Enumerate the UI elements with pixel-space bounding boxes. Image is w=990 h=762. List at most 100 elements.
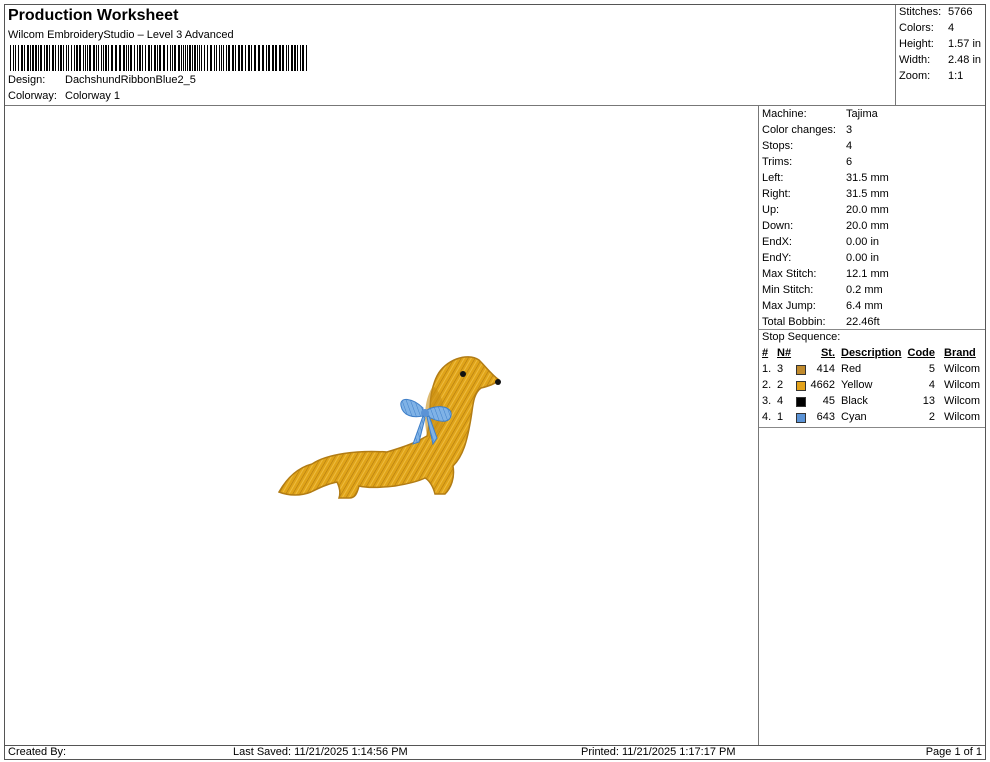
barcode-bar [219, 45, 220, 71]
barcode-bar [60, 45, 62, 71]
barcode-bar [119, 45, 121, 71]
barcode-bar [258, 45, 260, 71]
barcode-bar [181, 45, 182, 71]
barcode-bar [275, 45, 277, 71]
production-worksheet: Production Worksheet Wilcom EmbroiderySt… [4, 4, 986, 760]
color-swatch [796, 365, 806, 375]
barcode-bar [111, 45, 113, 71]
barcode-bar [238, 45, 240, 71]
height-value: 1.57 in [948, 38, 982, 50]
barcode-bar [248, 45, 250, 71]
barcode-bar [286, 45, 287, 71]
max-jump-label: Max Jump: [762, 300, 816, 312]
down-label: Down: [762, 220, 794, 232]
row-brand: Wilcom [944, 411, 981, 423]
page-number: Page 1 of 1 [925, 746, 982, 758]
barcode-bar [15, 45, 16, 71]
row-needle: 4 [777, 395, 784, 407]
row-code: 5 [928, 363, 935, 375]
barcode-bar [126, 45, 127, 71]
stitches-label: Stitches: [899, 6, 942, 18]
right-label: Right: [762, 188, 791, 200]
worksheet-header: Production Worksheet Wilcom EmbroiderySt… [5, 5, 896, 106]
worksheet-footer: Created By: Last Saved: 11/21/2025 1:14:… [5, 745, 985, 759]
left-value: 31.5 mm [846, 172, 889, 184]
row-num: 4. [762, 411, 772, 423]
row-stitches: 4662 [810, 379, 835, 391]
barcode-bar [71, 45, 72, 71]
row-needle: 1 [777, 411, 784, 423]
barcode-bar [96, 45, 97, 71]
created-by: Created By: [8, 746, 67, 758]
barcode-bar [145, 45, 146, 71]
barcode-bar [134, 45, 135, 71]
color-swatch [796, 381, 806, 391]
row-description: Yellow [841, 379, 873, 391]
barcode-bar [32, 45, 34, 71]
barcode-bar [79, 45, 81, 71]
row-needle: 2 [777, 379, 784, 391]
colors-label: Colors: [899, 22, 934, 34]
barcode-bar [105, 45, 107, 71]
barcode-bar [154, 45, 156, 71]
dachshund-embroidery-image [277, 356, 501, 499]
machine-value: Tajima [846, 108, 878, 120]
col-brand-header: Brand [944, 347, 976, 359]
barcode-bar [302, 45, 304, 71]
barcode-bar [115, 45, 117, 71]
barcode-bar [226, 45, 227, 71]
barcode-bar [128, 45, 129, 71]
barcode [10, 45, 307, 71]
barcode-bar [151, 45, 152, 71]
down-value: 20.0 mm [846, 220, 889, 232]
barcode-bar [197, 45, 198, 71]
row-needle: 3 [777, 363, 784, 375]
printed-date: Printed: 11/21/2025 1:17:17 PM [581, 746, 736, 758]
row-description: Red [841, 363, 862, 375]
barcode-bar [268, 45, 270, 71]
max-stitch-value: 12.1 mm [846, 268, 889, 280]
col-stitches-header: St. [820, 347, 835, 359]
barcode-bar [49, 45, 50, 71]
barcode-bar [201, 45, 202, 71]
color-changes-value: 3 [846, 124, 853, 136]
barcode-bar [185, 45, 186, 71]
barcode-bar [40, 45, 42, 71]
stops-value: 4 [846, 140, 853, 152]
right-value: 31.5 mm [846, 188, 889, 200]
machine-info: Machine: Tajima Color changes: 3 Stops: 4 T… [759, 106, 985, 745]
up-value: 20.0 mm [846, 204, 889, 216]
stop-sequence-header: # N# St. Description Code Brand [759, 347, 985, 363]
barcode-bar [85, 45, 86, 71]
barcode-bar [167, 45, 168, 71]
endy-value: 0.00 in [846, 252, 880, 264]
row-brand: Wilcom [944, 379, 981, 391]
barcode-bar [306, 45, 307, 71]
barcode-bar [137, 45, 138, 71]
barcode-bar [282, 45, 284, 71]
barcode-bar [130, 45, 132, 71]
col-num-header: # [762, 347, 769, 359]
colors-value: 4 [948, 22, 955, 34]
barcode-bar [207, 45, 208, 71]
min-stitch-label: Min Stitch: [762, 284, 814, 296]
row-stitches: 414 [816, 363, 835, 375]
barcode-bar [10, 45, 11, 71]
page-title: Production Worksheet [8, 7, 179, 24]
barcode-bar [18, 45, 19, 71]
barcode-bar [74, 45, 75, 71]
barcode-bar [235, 45, 236, 71]
table-row: 2. 2 4662 Yellow 4 Wilcom [759, 379, 985, 395]
barcode-bar [272, 45, 274, 71]
barcode-bar [245, 45, 246, 71]
min-stitch-value: 0.2 mm [846, 284, 883, 296]
barcode-bar [174, 45, 176, 71]
barcode-bar [279, 45, 281, 71]
barcode-bar [223, 45, 224, 71]
barcode-bar [183, 45, 184, 71]
divider [759, 427, 985, 428]
trims-value: 6 [846, 156, 853, 168]
barcode-bar [27, 45, 29, 71]
design-label: Design: [8, 74, 46, 86]
barcode-bar [38, 45, 39, 71]
